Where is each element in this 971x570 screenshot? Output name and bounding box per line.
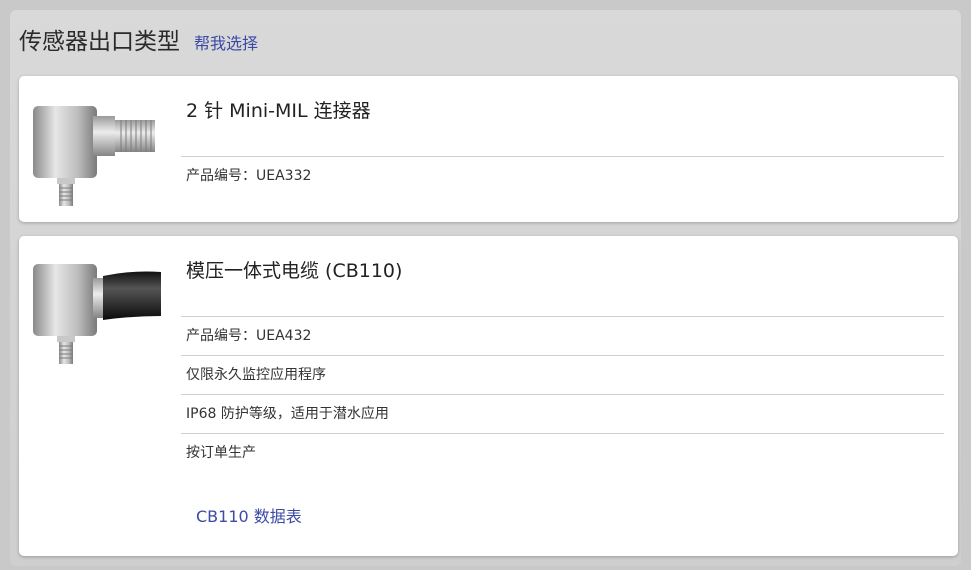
product-detail-ip68: IP68 防护等级，适用于潜水应用 xyxy=(181,394,944,433)
product-detail-made-to-order: 按订单生产 xyxy=(181,433,944,472)
page-title: 传感器出口类型 xyxy=(19,29,180,55)
product-card-molded-cable[interactable]: 模压一体式电缆 (CB110) 产品编号：UEA432 仅限永久监控应用程序 I… xyxy=(19,236,958,556)
product-title: 2 针 Mini-MIL 连接器 xyxy=(186,100,371,122)
help-me-choose-link[interactable]: 帮我选择 xyxy=(194,30,258,54)
panel-header: 传感器出口类型 帮我选择 xyxy=(19,22,258,58)
cb110-datasheet-link[interactable]: CB110 数据表 xyxy=(196,503,302,527)
product-details: 模压一体式电缆 (CB110) 产品编号：UEA432 仅限永久监控应用程序 I… xyxy=(181,246,944,472)
product-number: 产品编号：UEA432 xyxy=(181,316,944,355)
product-number: 产品编号：UEA332 xyxy=(181,156,944,195)
product-detail-monitoring: 仅限永久监控应用程序 xyxy=(181,355,944,394)
sensor-mini-mil-connector-image xyxy=(33,106,155,206)
sensor-outlet-panel: 传感器出口类型 帮我选择 2 针 Mini-MIL 连接器 产品编号：UEA33… xyxy=(10,10,961,566)
product-details: 2 针 Mini-MIL 连接器 产品编号：UEA332 xyxy=(181,86,944,195)
product-card-mini-mil[interactable]: 2 针 Mini-MIL 连接器 产品编号：UEA332 xyxy=(19,76,958,222)
sensor-molded-cable-image xyxy=(33,264,161,364)
product-title: 模压一体式电缆 (CB110) xyxy=(186,260,403,282)
